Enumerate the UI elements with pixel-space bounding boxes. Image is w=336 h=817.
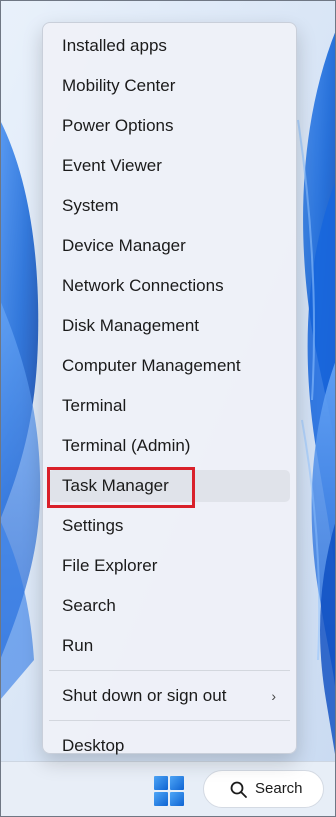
menu-item-label: Task Manager bbox=[62, 476, 169, 495]
menu-item-label: Network Connections bbox=[62, 276, 224, 295]
menu-item-search[interactable]: Search bbox=[43, 586, 296, 626]
menu-item-label: Settings bbox=[62, 516, 124, 535]
taskbar-search-label: Search bbox=[255, 780, 303, 797]
menu-item-label: File Explorer bbox=[62, 556, 158, 575]
menu-item-file-explorer[interactable]: File Explorer bbox=[43, 546, 296, 586]
menu-item-disk-management[interactable]: Disk Management bbox=[43, 306, 296, 346]
menu-item-device-manager[interactable]: Device Manager bbox=[43, 226, 296, 266]
menu-item-mobility-center[interactable]: Mobility Center bbox=[43, 66, 296, 106]
menu-item-system[interactable]: System bbox=[43, 186, 296, 226]
menu-item-settings[interactable]: Settings bbox=[43, 506, 296, 546]
taskbar-search-box[interactable]: Search bbox=[203, 770, 324, 808]
menu-separator bbox=[43, 716, 296, 726]
menu-item-label: Computer Management bbox=[62, 356, 241, 375]
taskbar: Search bbox=[0, 761, 336, 817]
menu-item-label: System bbox=[62, 196, 119, 215]
menu-item-label: Installed apps bbox=[62, 36, 167, 55]
menu-item-shut-down-or-sign-out[interactable]: Shut down or sign out › bbox=[43, 676, 296, 716]
menu-item-label: Power Options bbox=[62, 116, 174, 135]
start-button[interactable] bbox=[151, 773, 187, 809]
search-icon bbox=[230, 781, 247, 798]
menu-item-computer-management[interactable]: Computer Management bbox=[43, 346, 296, 386]
menu-item-label: Device Manager bbox=[62, 236, 186, 255]
windows-logo-icon bbox=[154, 776, 184, 806]
chevron-right-icon: › bbox=[271, 688, 276, 704]
menu-separator bbox=[43, 666, 296, 676]
menu-item-run[interactable]: Run bbox=[43, 626, 296, 666]
menu-list: Installed apps Mobility Center Power Opt… bbox=[43, 26, 296, 766]
menu-item-terminal[interactable]: Terminal bbox=[43, 386, 296, 426]
menu-item-label: Terminal (Admin) bbox=[62, 436, 191, 455]
desktop-screen: Installed apps Mobility Center Power Opt… bbox=[0, 0, 336, 817]
menu-item-network-connections[interactable]: Network Connections bbox=[43, 266, 296, 306]
menu-item-label: Desktop bbox=[62, 736, 125, 755]
menu-item-terminal-admin[interactable]: Terminal (Admin) bbox=[43, 426, 296, 466]
menu-item-installed-apps[interactable]: Installed apps bbox=[43, 26, 296, 66]
menu-item-task-manager[interactable]: Task Manager bbox=[43, 466, 296, 506]
winx-context-menu: Installed apps Mobility Center Power Opt… bbox=[42, 22, 297, 755]
menu-item-label: Mobility Center bbox=[62, 76, 176, 95]
menu-item-desktop[interactable]: Desktop bbox=[43, 726, 296, 766]
menu-item-label: Search bbox=[62, 596, 116, 615]
menu-item-power-options[interactable]: Power Options bbox=[43, 106, 296, 146]
menu-item-label: Terminal bbox=[62, 396, 127, 415]
menu-item-label: Run bbox=[62, 636, 94, 655]
menu-item-label: Disk Management bbox=[62, 316, 200, 335]
menu-item-event-viewer[interactable]: Event Viewer bbox=[43, 146, 296, 186]
menu-item-label: Event Viewer bbox=[62, 156, 162, 175]
menu-item-label: Shut down or sign out bbox=[62, 686, 227, 705]
